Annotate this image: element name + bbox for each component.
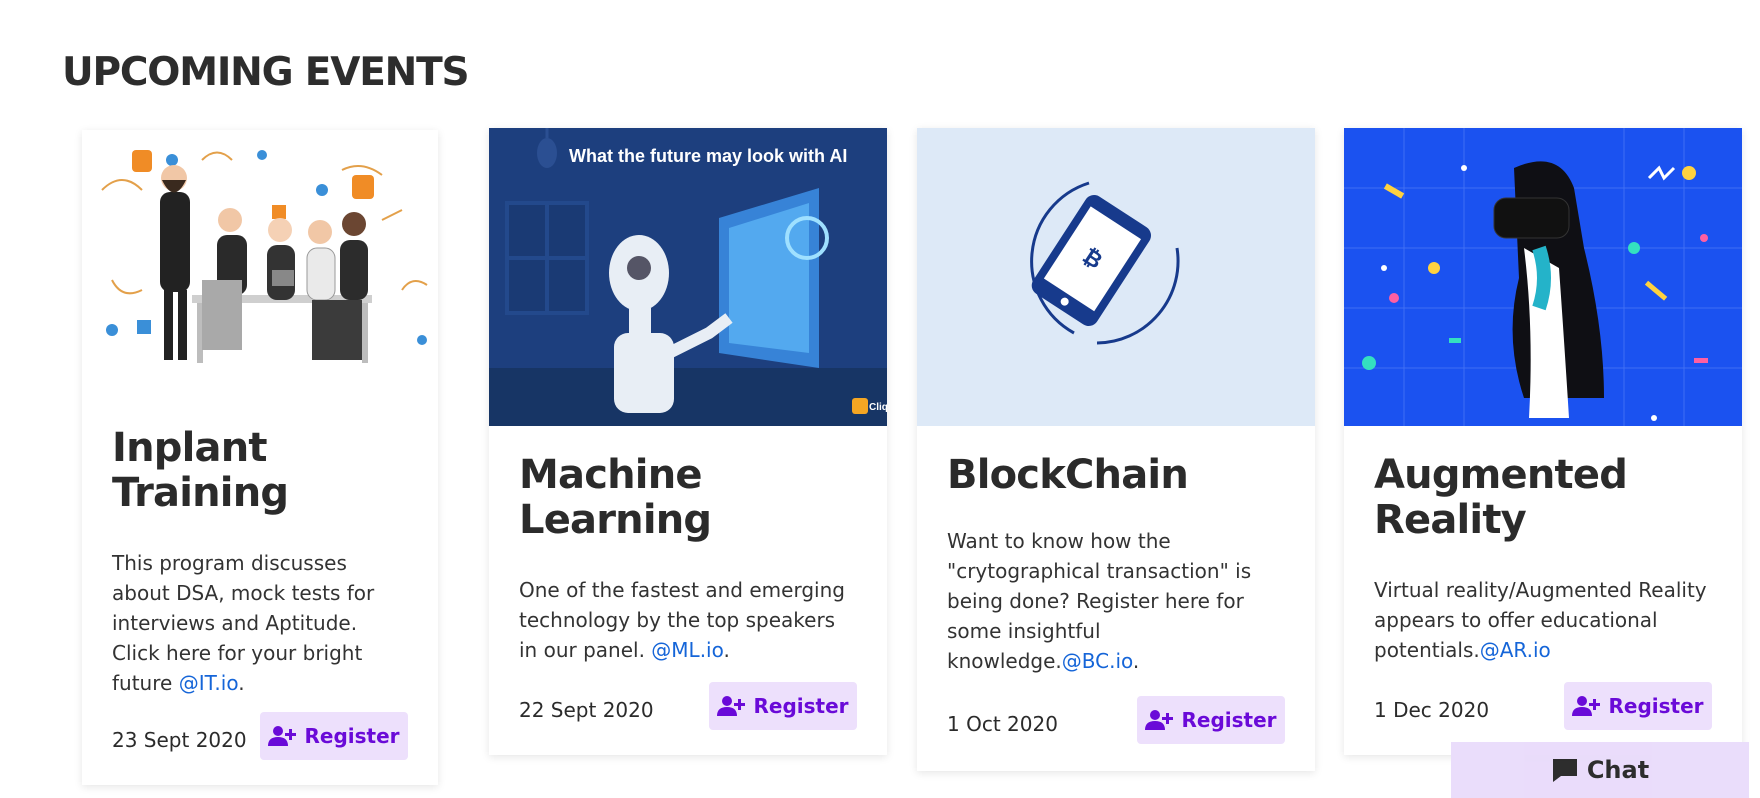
event-card-inplant-training: Inplant Training This program discusses a…	[82, 130, 438, 785]
event-title: Inplant Training	[112, 425, 289, 516]
event-title: BlockChain	[947, 452, 1189, 498]
event-link[interactable]: @BC.io	[1062, 649, 1133, 673]
event-description: Virtual reality/Augmented Reality appear…	[1374, 578, 1707, 662]
event-description: This program discusses about DSA, mock t…	[112, 551, 375, 695]
event-card-blockchain: ₿ BlockChain Want to know how the "cryto…	[917, 128, 1315, 771]
register-button[interactable]: Register	[1564, 682, 1712, 730]
event-link[interactable]: @IT.io	[179, 671, 239, 695]
chat-label: Chat	[1586, 756, 1650, 784]
event-description: Want to know how the "crytographical tra…	[947, 529, 1252, 673]
event-link[interactable]: @AR.io	[1480, 638, 1551, 662]
add-user-icon	[717, 696, 746, 716]
event-link[interactable]: @ML.io	[651, 638, 723, 662]
chat-bubble-icon	[1552, 759, 1577, 782]
event-image-bitcoin-phone: ₿	[917, 128, 1315, 426]
image-badge: Cliq	[869, 402, 887, 413]
event-card-machine-learning: What the future may look with AI Cliq Ma…	[489, 128, 887, 755]
event-title: Augmented Reality	[1374, 452, 1628, 543]
event-card-augmented-reality: Augmented Reality Virtual reality/Augment…	[1344, 128, 1742, 755]
event-image-robot: What the future may look with AI Cliq	[489, 128, 887, 426]
add-user-icon	[1572, 696, 1601, 716]
event-date: 1 Oct 2020	[947, 712, 1058, 736]
event-date: 22 Sept 2020	[519, 698, 654, 722]
event-description: One of the fastest and emerging technolo…	[519, 578, 845, 662]
add-user-icon	[268, 726, 297, 746]
event-image-team-meeting	[82, 130, 438, 378]
register-button[interactable]: Register	[260, 712, 408, 760]
image-caption: What the future may look with AI	[569, 146, 847, 166]
section-title: UPCOMING EVENTS	[62, 50, 470, 95]
event-title: Machine Learning	[519, 452, 712, 543]
add-user-icon	[1145, 710, 1174, 730]
event-date: 1 Dec 2020	[1374, 698, 1490, 722]
event-date: 23 Sept 2020	[112, 728, 247, 752]
register-button[interactable]: Register	[709, 682, 857, 730]
chat-button[interactable]: Chat	[1451, 742, 1749, 798]
register-button[interactable]: Register	[1137, 696, 1285, 744]
event-image-vr-headset	[1344, 128, 1742, 426]
